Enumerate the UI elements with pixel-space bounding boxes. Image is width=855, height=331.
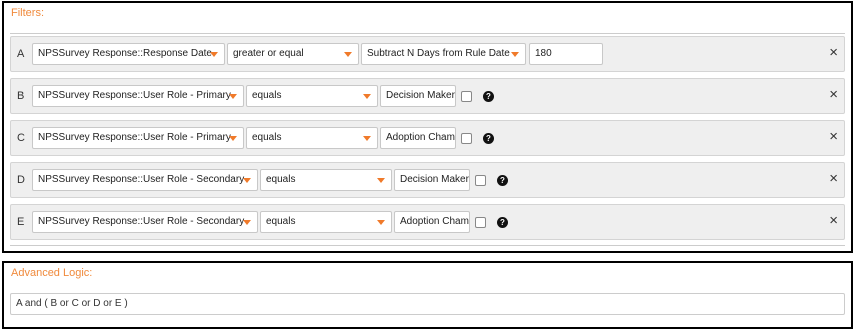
operator-select-value: greater or equal [233,48,304,59]
chevron-down-icon [243,220,251,225]
field-select-value: NPSSurvey Response::User Role - Secondar… [38,174,245,185]
chevron-down-icon [363,94,371,99]
close-icon[interactable]: × [829,171,838,186]
help-icon[interactable]: ? [497,175,508,186]
filter-row-a: A NPSSurvey Response::Response Date grea… [10,36,845,72]
chevron-down-icon [377,220,385,225]
field-select[interactable]: NPSSurvey Response::Response Date [32,43,225,65]
checkbox[interactable] [475,175,486,186]
advanced-logic-panel: Advanced Logic: A and ( B or C or D or E… [2,261,853,329]
help-icon[interactable]: ? [497,217,508,228]
date-mode-select-value: Subtract N Days from Rule Date [367,48,510,59]
help-icon[interactable]: ? [483,133,494,144]
operator-select[interactable]: equals [246,85,378,107]
row-letter: E [17,216,25,228]
filter-row-e: E NPSSurvey Response::User Role - Second… [10,204,845,240]
checkbox[interactable] [461,91,472,102]
row-letter: B [17,90,25,102]
filter-row-d: D NPSSurvey Response::User Role - Second… [10,162,845,198]
field-select-value: NPSSurvey Response::User Role - Primary [38,90,231,101]
advanced-logic-title: Advanced Logic: [11,267,93,279]
chevron-down-icon [229,136,237,141]
row-letter: C [17,132,25,144]
value-input[interactable]: Decision Maker [394,169,470,191]
checkbox[interactable] [475,217,486,228]
value-input[interactable]: 180 [529,43,603,65]
operator-select[interactable]: equals [260,169,392,191]
advanced-logic-input[interactable]: A and ( B or C or D or E ) [10,293,845,315]
chevron-down-icon [344,52,352,57]
chevron-down-icon [229,94,237,99]
field-select-value: NPSSurvey Response::Response Date [38,48,212,59]
filter-row-c: C NPSSurvey Response::User Role - Primar… [10,120,845,156]
field-select[interactable]: NPSSurvey Response::User Role - Primary [32,85,244,107]
date-mode-select[interactable]: Subtract N Days from Rule Date [361,43,526,65]
field-select[interactable]: NPSSurvey Response::User Role - Secondar… [32,211,258,233]
close-icon[interactable]: × [829,129,838,144]
operator-select[interactable]: equals [246,127,378,149]
value-input[interactable]: Adoption Champ [380,127,456,149]
value-input[interactable]: Decision Maker [380,85,456,107]
operator-select-value: equals [266,174,296,185]
row-letter: D [17,174,25,186]
field-select-value: NPSSurvey Response::User Role - Secondar… [38,216,245,227]
filter-rows: A NPSSurvey Response::Response Date grea… [10,33,845,246]
chevron-down-icon [363,136,371,141]
help-icon[interactable]: ? [483,91,494,102]
filters-title: Filters: [11,7,44,19]
filter-row-b: B NPSSurvey Response::User Role - Primar… [10,78,845,114]
chevron-down-icon [243,178,251,183]
operator-select-value: equals [252,132,282,143]
close-icon[interactable]: × [829,213,838,228]
operator-select[interactable]: equals [260,211,392,233]
chevron-down-icon [377,178,385,183]
operator-select[interactable]: greater or equal [227,43,359,65]
field-select-value: NPSSurvey Response::User Role - Primary [38,132,231,143]
field-select[interactable]: NPSSurvey Response::User Role - Primary [32,127,244,149]
checkbox[interactable] [461,133,472,144]
close-icon[interactable]: × [829,45,838,60]
operator-select-value: equals [266,216,296,227]
close-icon[interactable]: × [829,87,838,102]
row-letter: A [17,48,25,60]
value-input[interactable]: Adoption Champ [394,211,470,233]
filters-panel: Filters: A NPSSurvey Response::Response … [2,1,853,253]
chevron-down-icon [511,52,519,57]
operator-select-value: equals [252,90,282,101]
chevron-down-icon [210,52,218,57]
field-select[interactable]: NPSSurvey Response::User Role - Secondar… [32,169,258,191]
